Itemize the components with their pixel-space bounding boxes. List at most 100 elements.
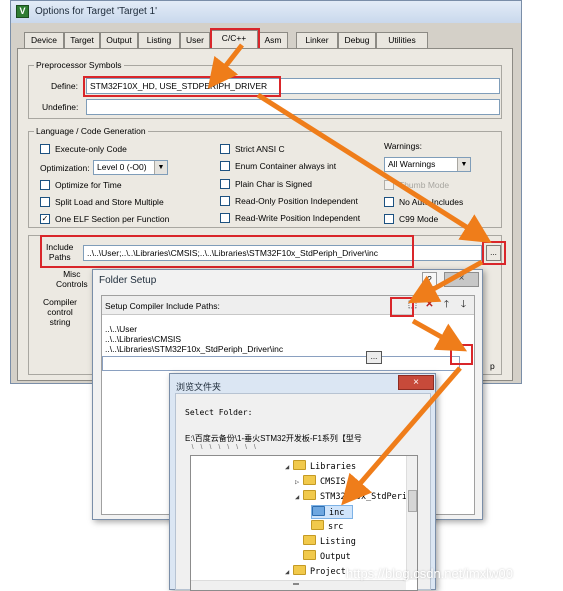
include-paths-highlight: [40, 235, 414, 268]
tree-item-listing[interactable]: Listing: [295, 535, 356, 549]
expanded-triangle-icon[interactable]: ◢: [285, 460, 293, 474]
one-elf-label: One ELF Section per Function: [55, 214, 170, 224]
close-button[interactable]: ×: [444, 272, 479, 287]
optimize-time-checkbox[interactable]: [40, 180, 50, 190]
warnings-label: Warnings:: [384, 141, 422, 151]
tree-item-src[interactable]: src: [311, 520, 343, 534]
keil-app-icon: V: [16, 5, 29, 18]
browse-button-highlight: [482, 241, 506, 265]
split-load-label: Split Load and Store Multiple: [55, 197, 164, 207]
plain-char-label: Plain Char is Signed: [235, 179, 313, 189]
new-path-edit-field[interactable]: [102, 356, 460, 371]
undefine-label: Undefine:: [42, 102, 79, 112]
window-title: Options for Target 'Target 1': [35, 6, 158, 17]
folder-setup-title: Folder Setup: [99, 275, 157, 286]
preprocessor-legend: Preprocessor Symbols: [34, 60, 124, 70]
one-elf-checkbox[interactable]: ✓: [40, 214, 50, 224]
delete-icon[interactable]: ✕: [422, 298, 437, 312]
help-button[interactable]: ?: [422, 272, 437, 287]
execute-only-label: Execute-only Code: [55, 144, 127, 154]
tab-output[interactable]: Output: [100, 32, 138, 48]
folder-icon: [293, 565, 306, 575]
c99-mode-checkbox[interactable]: [384, 214, 394, 224]
path-item[interactable]: ..\..\Libraries\STM32F10x_StdPeriph_Driv…: [105, 344, 283, 354]
expanded-triangle-icon[interactable]: ◢: [285, 565, 293, 579]
tree-item-project[interactable]: ◢ Project: [285, 565, 346, 579]
ro-position-label: Read-Only Position Independent: [235, 196, 358, 206]
expanded-triangle-icon[interactable]: ◢: [295, 490, 303, 504]
folder-icon: [311, 520, 324, 530]
open-folder-icon: [312, 506, 325, 516]
folder-icon: [303, 490, 316, 500]
optimization-label: Optimization:: [40, 163, 90, 173]
tab-utilities[interactable]: Utilities: [376, 32, 428, 48]
split-load-checkbox[interactable]: [40, 197, 50, 207]
define-label: Define:: [51, 81, 78, 91]
chevron-down-icon: ▼: [457, 158, 470, 171]
strict-ansi-checkbox[interactable]: [220, 144, 230, 154]
strict-ansi-label: Strict ANSI C: [235, 144, 285, 154]
folder-icon: [293, 460, 306, 470]
thumb-mode-label: Thumb Mode: [399, 180, 450, 190]
misc-controls-label: Misc Controls: [56, 269, 88, 289]
tab-listing[interactable]: Listing: [138, 32, 180, 48]
path-item[interactable]: ..\..\User: [105, 324, 137, 334]
include-paths-header-label: Setup Compiler Include Paths:: [105, 301, 220, 311]
browse-folder-body: Select Folder: E:\百度云备份\1-垂火STM32开发板-F1系…: [175, 393, 431, 591]
folder-icon: [303, 535, 316, 545]
optimization-value: Level 0 (-O0): [97, 162, 147, 172]
move-up-icon[interactable]: 🡑: [439, 298, 454, 312]
warnings-select[interactable]: All Warnings ▼: [384, 157, 471, 172]
close-button[interactable]: ×: [398, 375, 434, 390]
warnings-value: All Warnings: [388, 159, 436, 169]
tab-debug[interactable]: Debug: [338, 32, 376, 48]
folder-icon: [303, 475, 316, 485]
selected-path-line-2: ...\...\...\...\...\...\...\...\...: [185, 443, 263, 449]
tab-asm[interactable]: Asm: [258, 32, 288, 48]
select-folder-label: Select Folder:: [185, 408, 253, 417]
tree-item-stdperiph[interactable]: ◢ STM32F10x_StdPeriph: [295, 490, 417, 504]
new-folder-highlight: [390, 297, 414, 317]
tab-highlight: [210, 28, 260, 50]
enum-container-checkbox[interactable]: [220, 161, 230, 171]
tree-item-output[interactable]: Output: [295, 550, 351, 564]
scrollbar-grip-icon: [293, 583, 299, 589]
tab-linker[interactable]: Linker: [296, 32, 338, 48]
folder-browse-button[interactable]: ...: [366, 351, 382, 364]
tree-item-libraries[interactable]: ◢ Libraries: [285, 460, 356, 474]
tree-item-cmsis[interactable]: ▷ CMSIS: [295, 475, 346, 489]
rw-position-checkbox[interactable]: [220, 213, 230, 223]
title-bar: V Options for Target 'Target 1': [11, 1, 521, 23]
collapsed-triangle-icon[interactable]: ▷: [295, 475, 303, 489]
scrollbar-thumb[interactable]: [408, 490, 417, 512]
horizontal-scrollbar[interactable]: [191, 580, 406, 590]
checkmark-icon: ✓: [41, 214, 49, 223]
folder-icon: [303, 550, 316, 560]
tree-item-inc[interactable]: inc: [311, 505, 353, 519]
chevron-down-icon: ▼: [154, 161, 167, 174]
move-down-icon[interactable]: 🡓: [456, 298, 471, 312]
no-auto-includes-checkbox[interactable]: [384, 197, 394, 207]
folder-browse-highlight: [450, 344, 473, 365]
compiler-control-string-label: Compiler control string: [43, 297, 78, 327]
tab-user[interactable]: User: [180, 32, 210, 48]
thumb-mode-checkbox[interactable]: [384, 180, 394, 190]
tab-device[interactable]: Device: [24, 32, 64, 48]
execute-only-checkbox[interactable]: [40, 144, 50, 154]
c99-mode-label: C99 Mode: [399, 214, 439, 224]
codegen-legend: Language / Code Generation: [34, 126, 148, 136]
path-item[interactable]: ..\..\Libraries\CMSIS: [105, 334, 181, 344]
no-auto-includes-label: No Auto Includes: [399, 197, 464, 207]
ro-position-checkbox[interactable]: [220, 196, 230, 206]
tab-target[interactable]: Target: [64, 32, 100, 48]
browse-folder-title: 浏览文件夹: [176, 382, 222, 392]
define-highlight: [83, 76, 281, 97]
enum-container-label: Enum Container always int: [235, 161, 337, 171]
watermark: https://blog.csdn.net/imxlw00: [346, 566, 513, 581]
rw-position-label: Read-Write Position Independent: [235, 213, 361, 223]
plain-char-checkbox[interactable]: [220, 179, 230, 189]
help-button-partial[interactable]: p: [490, 361, 495, 371]
vertical-scrollbar[interactable]: [406, 456, 417, 580]
undefine-field[interactable]: [86, 99, 500, 115]
optimization-select[interactable]: Level 0 (-O0) ▼: [93, 160, 168, 175]
